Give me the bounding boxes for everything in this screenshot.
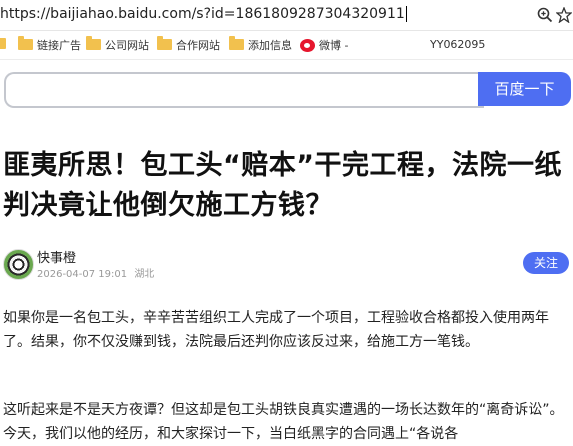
bookmark-partner-site[interactable]: 合作网站 [157, 35, 220, 53]
bookmark-weibo[interactable]: 微博 - [300, 37, 348, 53]
search-input[interactable] [4, 72, 484, 108]
search-button[interactable]: 百度一下 [478, 72, 571, 106]
bookmark-label: 链接广告 [37, 39, 81, 52]
zoom-icon[interactable] [537, 7, 553, 23]
weibo-icon [300, 38, 315, 52]
folder-icon [229, 35, 244, 50]
publish-meta: 2026-04-07 19:01 湖北 [37, 265, 154, 280]
bookmark-company-site[interactable]: 公司网站 [86, 35, 149, 53]
bookmark-folder-partial[interactable] [0, 37, 10, 53]
bookmark-label: 添加信息 [248, 39, 292, 52]
toolbar-code-text: YY062095 [430, 38, 486, 51]
url-field[interactable]: https://baijiahao.baidu.com/s?id=1861809… [0, 6, 407, 22]
bookmark-star-icon[interactable] [556, 7, 572, 23]
article-paragraph: 如果你是一名包工头，辛辛苦苦组织工人完成了一个项目，工程验收合格都投入使用两年了… [3, 310, 549, 350]
follow-button[interactable]: 关注 [523, 252, 569, 274]
bookmark-add-info[interactable]: 添加信息 [229, 35, 292, 53]
address-bar[interactable]: https://baijiahao.baidu.com/s?id=1861809… [0, 0, 573, 31]
article-paragraph: 这听起来是不是天方夜谭？但这却是包工头胡铁良真实遭遇的一场长达数年的“离奇诉讼”… [3, 402, 564, 442]
avatar[interactable] [3, 249, 34, 280]
publish-location: 湖北 [134, 269, 155, 280]
folder-icon [157, 35, 172, 50]
author-row: 快事橙 2026-04-07 19:01 湖北 关注 [3, 246, 569, 280]
folder-icon [0, 37, 6, 49]
bookmark-label: 公司网站 [105, 39, 149, 52]
folder-icon [18, 35, 33, 50]
bookmarks-bar: 链接广告 公司网站 合作网站 添加信息 微博 - YY062095 [0, 31, 573, 60]
folder-icon [86, 35, 101, 50]
article-title: 匪夷所思！包工头“赔本”干完工程，法院一纸判决竟让他倒欠施工方钱？ [3, 150, 562, 221]
bookmark-label: 合作网站 [176, 39, 220, 52]
publish-date: 2026-04-07 19:01 [37, 269, 128, 280]
author-name[interactable]: 快事橙 [37, 247, 76, 266]
bookmark-link-ads[interactable]: 链接广告 [18, 35, 81, 53]
url-text: https://baijiahao.baidu.com/s?id=1861809… [0, 6, 405, 22]
search-bar: 百度一下 [4, 72, 571, 108]
bookmark-label: 微博 - [319, 39, 349, 52]
text-cursor [405, 6, 407, 22]
